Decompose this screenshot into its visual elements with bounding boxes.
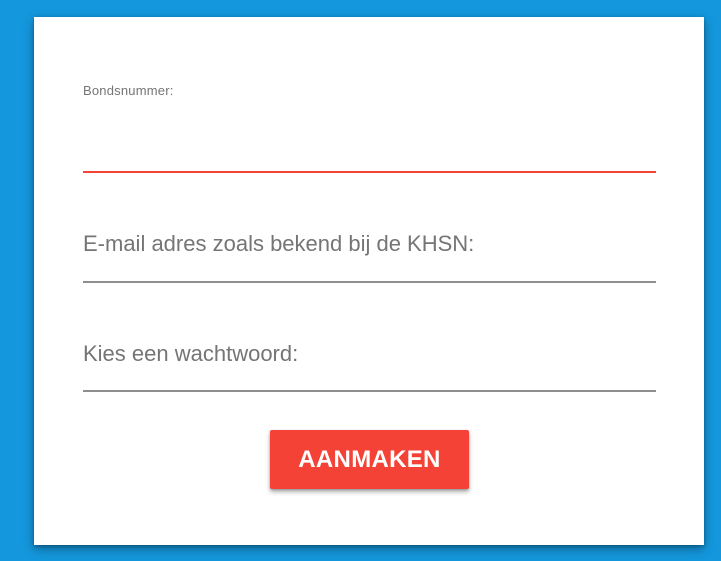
email-underline bbox=[83, 281, 656, 283]
password-input[interactable] bbox=[83, 335, 656, 375]
email-field: E-mail adres zoals bekend bij de KHSN: bbox=[83, 217, 656, 285]
registration-card: Bondsnummer: E-mail adres zoals bekend b… bbox=[34, 17, 704, 545]
create-account-button[interactable]: AANMAKEN bbox=[270, 430, 469, 489]
member-number-field: Bondsnummer: bbox=[83, 83, 656, 175]
member-number-label: Bondsnummer: bbox=[83, 83, 174, 98]
member-number-underline bbox=[83, 171, 656, 173]
password-underline bbox=[83, 390, 656, 392]
email-input[interactable] bbox=[83, 225, 656, 265]
member-number-input[interactable] bbox=[83, 139, 656, 169]
password-field: Kies een wachtwoord: bbox=[83, 327, 656, 395]
page-background: Bondsnummer: E-mail adres zoals bekend b… bbox=[0, 0, 721, 561]
